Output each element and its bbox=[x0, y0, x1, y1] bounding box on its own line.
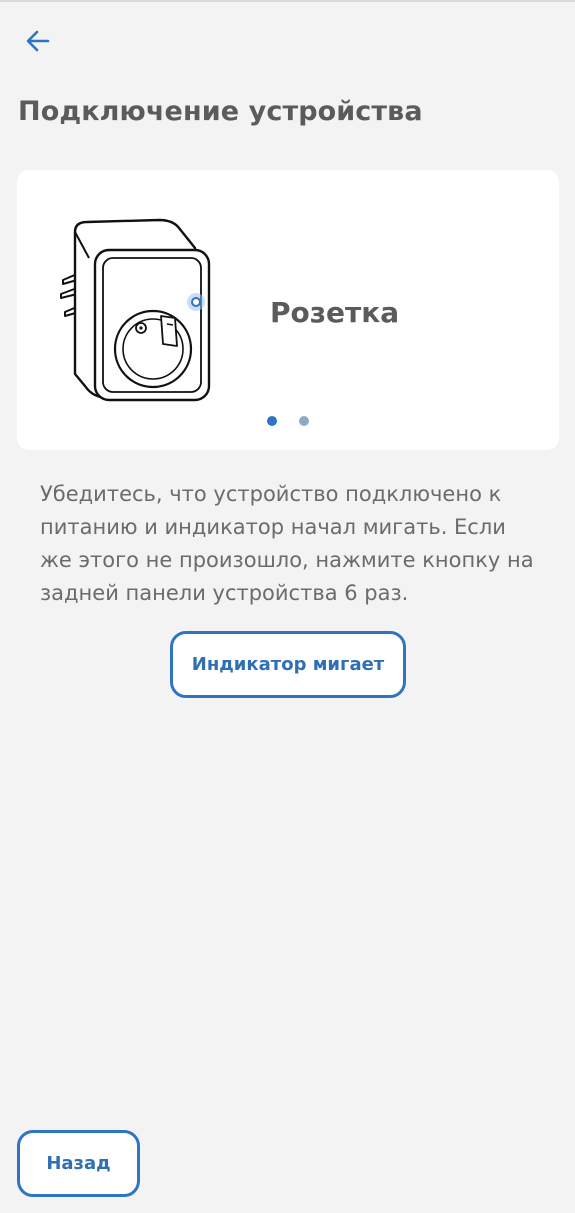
carousel-dot-1[interactable] bbox=[267, 416, 277, 426]
status-bar-edge bbox=[0, 0, 575, 2]
carousel-dot-2[interactable] bbox=[299, 416, 309, 426]
smart-plug-illustration bbox=[60, 218, 211, 402]
device-name: Розетка bbox=[270, 296, 400, 329]
carousel-dots bbox=[267, 416, 309, 426]
instructions-text: Убедитесь, что устройство подключено к п… bbox=[40, 482, 534, 605]
page-title: Подключение устройства bbox=[18, 96, 423, 127]
back-arrow-button[interactable] bbox=[22, 26, 54, 56]
arrow-left-icon bbox=[26, 30, 50, 52]
indicator-blinking-button[interactable]: Индикатор мигает bbox=[170, 631, 406, 698]
back-button[interactable]: Назад bbox=[17, 1130, 140, 1197]
device-card: Розетка bbox=[17, 170, 559, 450]
